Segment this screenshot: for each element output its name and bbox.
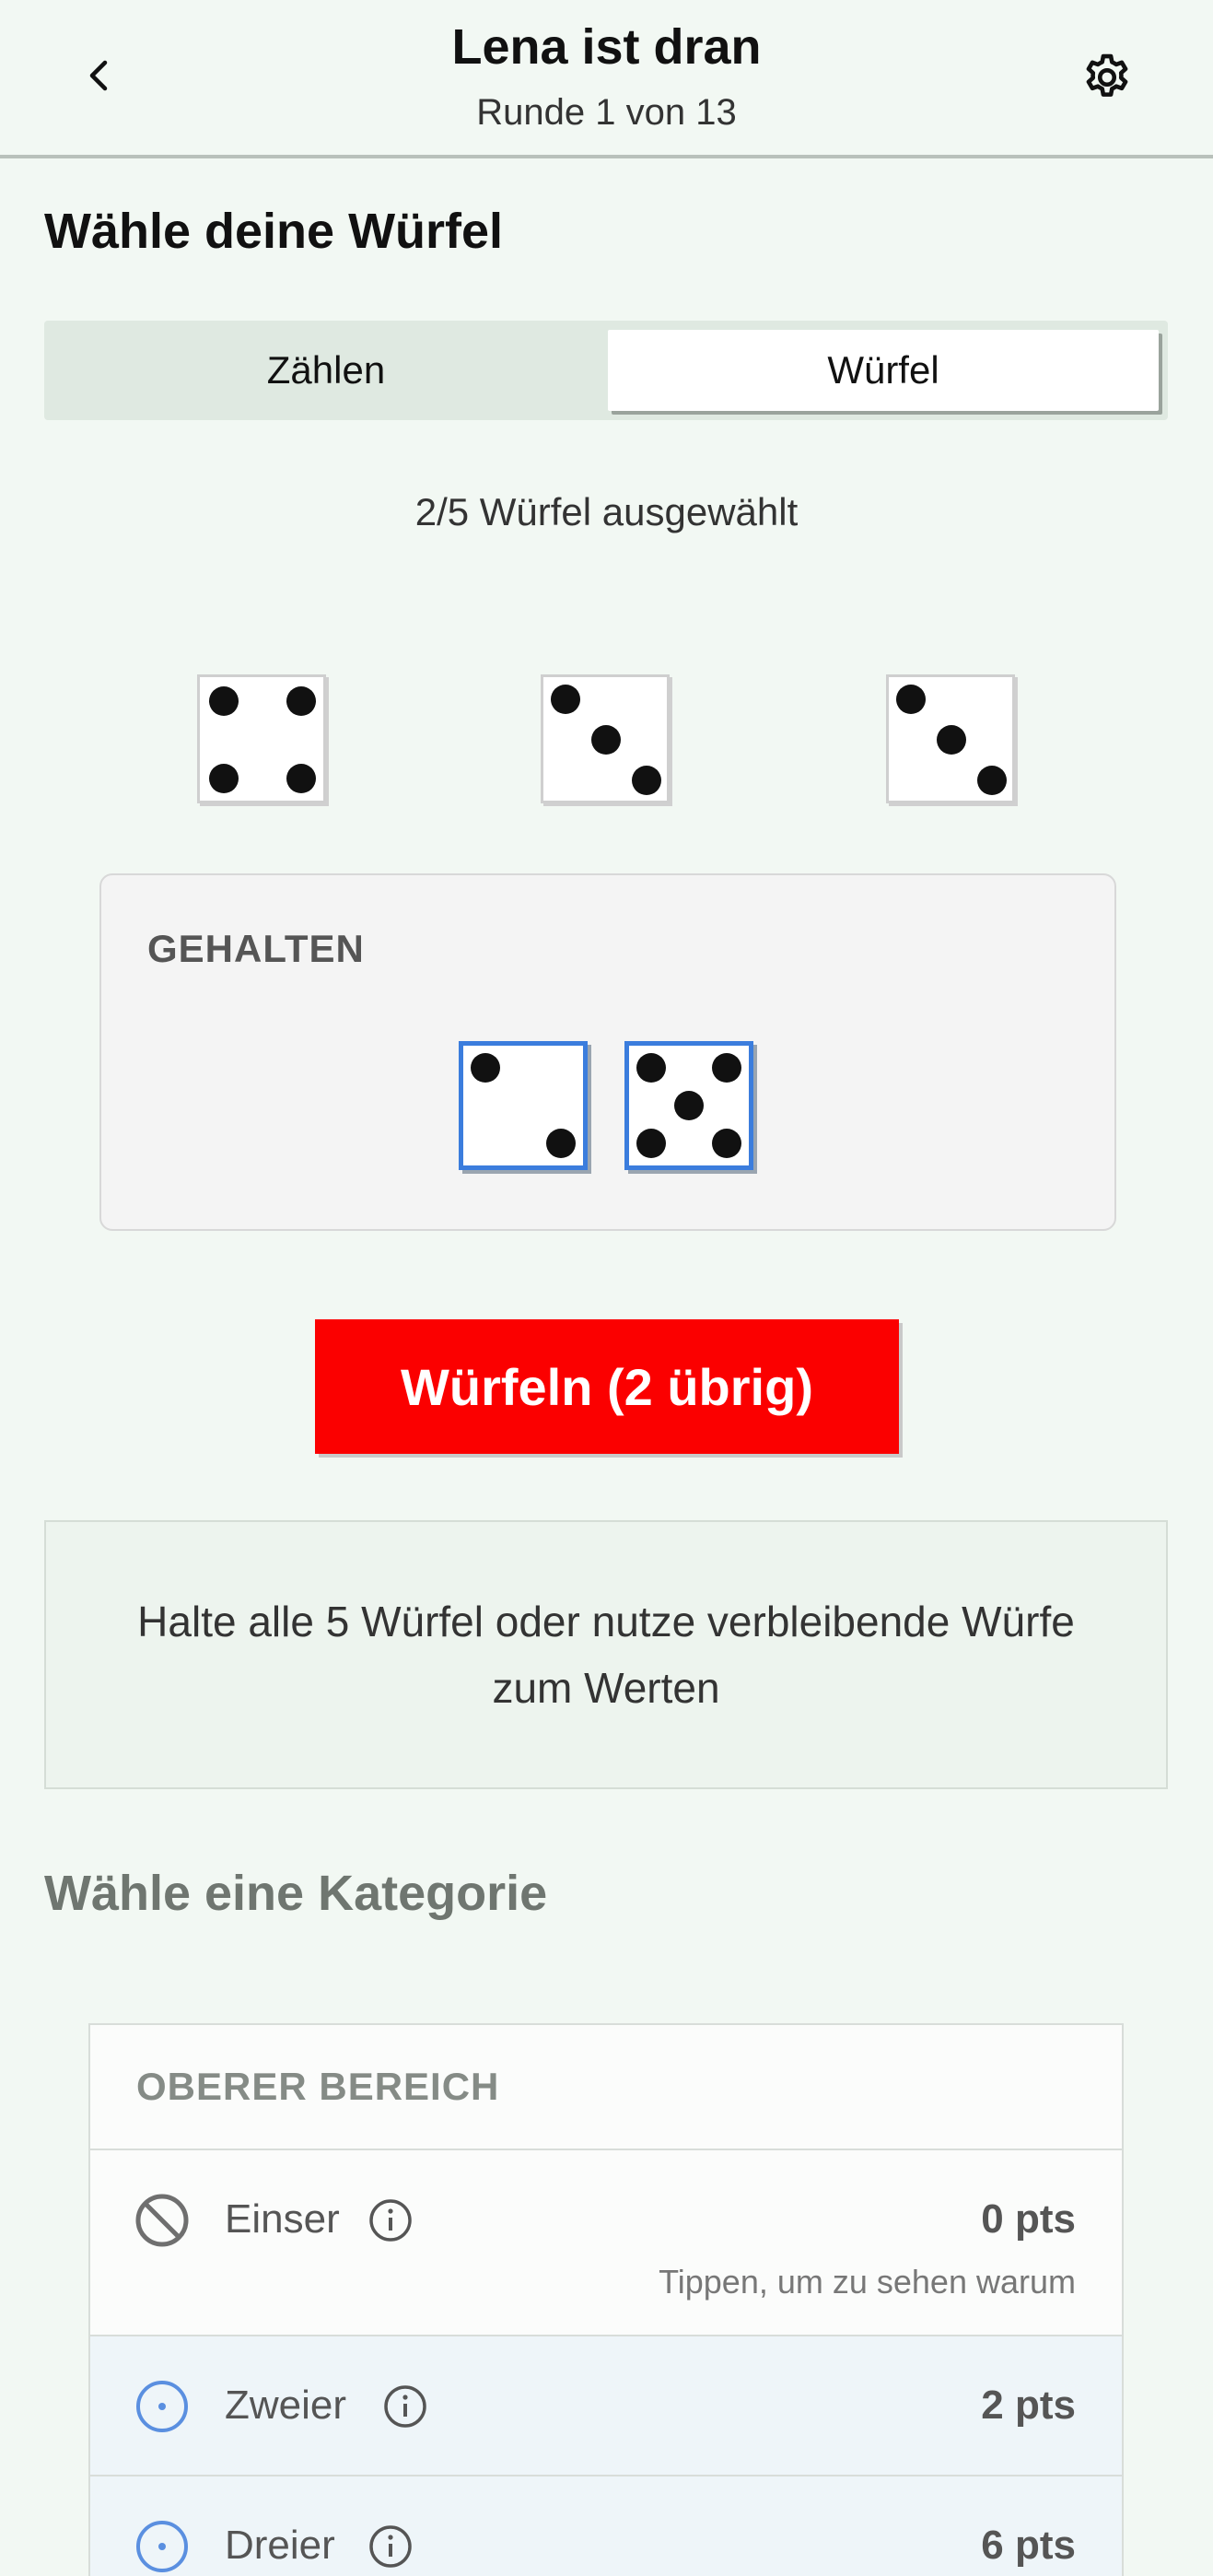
player-turn-title: Lena ist dran [451, 19, 762, 75]
die-three[interactable] [886, 674, 1015, 803]
info-icon[interactable] [383, 2384, 427, 2429]
category-row-dreier[interactable]: Dreier 6 pts [90, 2476, 1122, 2576]
category-points: 2 pts [981, 2383, 1076, 2428]
die-pip [636, 1053, 666, 1083]
held-label: GEHALTEN [147, 927, 365, 970]
category-points: 0 pts [981, 2196, 1076, 2242]
die-pip [546, 1129, 576, 1158]
category-label: Dreier [225, 2523, 335, 2568]
category-label: Einser [225, 2196, 340, 2242]
die-pip [551, 685, 580, 714]
category-label: Zweier [225, 2383, 347, 2428]
die-pip [712, 1129, 741, 1158]
roll-dice-button[interactable]: Würfeln (2 übrig) [315, 1319, 899, 1454]
tab-dice[interactable]: Würfel [608, 330, 1159, 411]
die-pip [937, 725, 966, 755]
held-dice-panel: GEHALTEN [99, 873, 1116, 1231]
die-pip [471, 1053, 500, 1083]
die-pip [636, 1129, 666, 1158]
die-pip [632, 766, 661, 795]
hint-message: Halte alle 5 Würfel oder nutze verbleibe… [44, 1520, 1168, 1789]
die-pip [209, 764, 239, 793]
die-pip [674, 1091, 704, 1120]
top-bar: Lena ist dran Runde 1 von 13 [0, 0, 1213, 158]
info-icon[interactable] [368, 2198, 413, 2242]
die-pip [977, 766, 1007, 795]
die-pip [591, 725, 621, 755]
info-icon[interactable] [368, 2524, 413, 2569]
selected-dice-count: 2/5 Würfel ausgewählt [414, 490, 799, 533]
die-pip [286, 764, 316, 793]
view-toggle: Zählen Würfel [44, 321, 1168, 420]
settings-button[interactable] [1076, 46, 1138, 109]
held-die-two[interactable] [459, 1041, 588, 1170]
gear-icon [1086, 53, 1128, 97]
score-category-table: OBERER BEREICH Einser 0 pts Tippen, um z… [88, 2023, 1124, 2576]
radio-icon [136, 2521, 188, 2572]
upper-section-title: OBERER BEREICH [90, 2025, 1122, 2150]
die-pip [209, 686, 239, 716]
blocked-icon [135, 2194, 189, 2247]
category-heading: Wähle eine Kategorie [44, 1866, 548, 1921]
die-pip [896, 685, 926, 714]
category-note: Tippen, um zu sehen warum [659, 2263, 1076, 2301]
category-points: 6 pts [981, 2523, 1076, 2568]
die-four[interactable] [197, 674, 326, 803]
round-indicator: Runde 1 von 13 [476, 92, 737, 133]
radio-icon [136, 2381, 188, 2432]
category-row-einser[interactable]: Einser 0 pts Tippen, um zu sehen warum [90, 2150, 1122, 2336]
die-pip [286, 686, 316, 716]
category-row-zweier[interactable]: Zweier 2 pts [90, 2336, 1122, 2476]
dice-selection-heading: Wähle deine Würfel [44, 204, 504, 259]
held-die-five[interactable] [624, 1041, 753, 1170]
die-pip [712, 1053, 741, 1083]
tab-counts[interactable]: Zählen [44, 330, 608, 411]
die-three[interactable] [541, 674, 670, 803]
